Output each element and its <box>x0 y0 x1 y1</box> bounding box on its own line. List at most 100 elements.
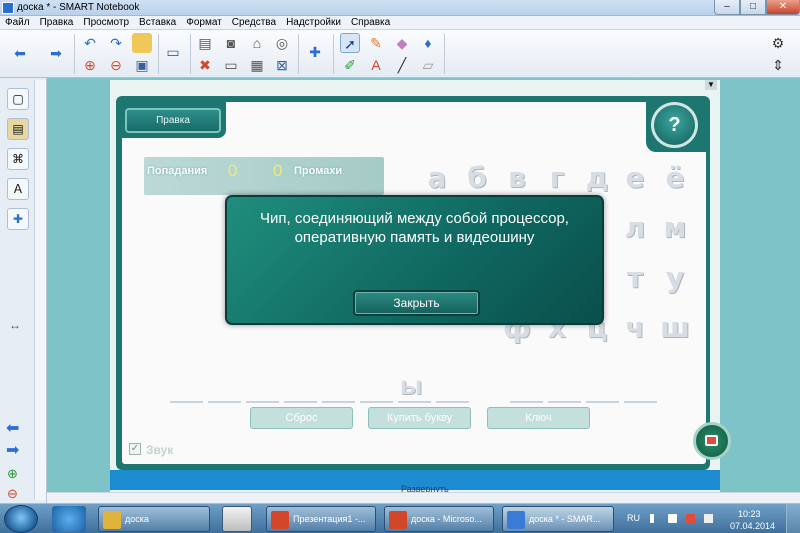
pen-icon[interactable]: ✎ <box>366 33 386 53</box>
menu-view[interactable]: Просмотр <box>78 16 134 30</box>
letter-button[interactable]: а <box>421 162 453 194</box>
letter-button[interactable]: г <box>541 162 573 194</box>
attachments-icon[interactable]: ⌘ <box>7 148 29 170</box>
side-back-arrow-icon[interactable]: ⬅ <box>6 418 19 438</box>
capture-tool-icon[interactable]: ◎ <box>272 33 292 53</box>
taskbar-item-folder[interactable]: доска <box>98 506 210 532</box>
forward-arrow-icon[interactable]: ➡ <box>46 43 66 63</box>
page-sorter-icon[interactable]: ▢ <box>7 88 29 110</box>
action-center-icon[interactable] <box>704 514 713 523</box>
letter-button[interactable]: л <box>619 212 651 244</box>
fill-icon[interactable]: ♦ <box>418 33 438 53</box>
language-indicator[interactable]: RU <box>627 513 640 523</box>
screen-capture-icon[interactable]: ◙ <box>221 33 241 53</box>
question-text: Чип, соединяющий между собой процессор, … <box>260 210 569 246</box>
window-title: доска * - SMART Notebook <box>17 2 140 13</box>
next-slide-button[interactable] <box>693 422 731 460</box>
table-icon[interactable]: ▦ <box>247 55 267 75</box>
answer-slot <box>360 401 393 403</box>
document-camera-icon[interactable]: ⌂ <box>247 33 267 53</box>
horizontal-scrollbar[interactable] <box>47 492 800 503</box>
move-toolbar-icon[interactable]: ⇕ <box>768 55 788 75</box>
line-icon[interactable]: ╱ <box>392 55 412 75</box>
menu-insert[interactable]: Вставка <box>134 16 181 30</box>
letter-button[interactable]: ч <box>619 312 651 344</box>
eraser-icon[interactable]: ◆ <box>392 33 412 53</box>
properties-icon[interactable]: Ａ <box>7 178 29 200</box>
side-add-page-icon[interactable]: ⊕ <box>7 466 21 481</box>
letter-button[interactable]: у <box>659 262 691 294</box>
letter-button[interactable]: м <box>659 212 691 244</box>
addons-side-icon[interactable]: ✚ <box>7 208 29 230</box>
letter-button[interactable]: е <box>619 162 651 194</box>
start-button[interactable] <box>4 505 38 533</box>
settings-gear-icon[interactable]: ⚙ <box>768 33 788 53</box>
answer-slot <box>322 401 355 403</box>
select-pointer-icon[interactable]: ➚ <box>340 33 360 53</box>
sound-label: Звук <box>146 443 174 457</box>
menu-addons[interactable]: Надстройки <box>281 16 346 30</box>
internet-explorer-icon[interactable] <box>52 506 86 532</box>
volume-icon[interactable] <box>668 514 677 523</box>
show-hidden-icons-icon[interactable] <box>650 514 659 523</box>
folder-icon <box>103 511 121 529</box>
close-button[interactable]: ✕ <box>766 0 800 15</box>
side-forward-arrow-icon[interactable]: ➡ <box>6 440 19 460</box>
gallery-icon[interactable]: ▤ <box>7 118 29 140</box>
letter-button[interactable]: ш <box>659 312 691 344</box>
shape-eraser-icon[interactable]: ▱ <box>418 55 438 75</box>
powerpoint-icon <box>271 511 289 529</box>
delete-icon[interactable]: ✖ <box>195 55 215 75</box>
menu-tools[interactable]: Средства <box>227 16 281 30</box>
screen-shade-icon[interactable]: ▭ <box>163 42 183 62</box>
letter-button[interactable]: д <box>581 162 613 194</box>
reset-button[interactable]: Сброс <box>250 407 353 429</box>
media-player-icon[interactable] <box>222 506 252 532</box>
letter-button[interactable]: ё <box>659 162 691 194</box>
letter-button[interactable]: т <box>619 262 651 294</box>
menu-file[interactable]: Файл <box>0 16 35 30</box>
add-page-icon[interactable]: ⊕ <box>80 55 100 75</box>
network-icon[interactable] <box>686 514 695 523</box>
clock-time[interactable]: 10:23 <box>738 509 761 519</box>
answer-slot <box>284 401 317 403</box>
minimize-button[interactable]: – <box>714 0 740 15</box>
letter-button[interactable]: в <box>501 162 533 194</box>
undo-icon[interactable]: ↶ <box>80 33 100 53</box>
open-folder-icon[interactable] <box>132 33 152 53</box>
title-bar: доска * - SMART Notebook – □ ✕ <box>0 0 800 16</box>
panel-resize-icon[interactable]: ↔ <box>9 318 21 332</box>
back-arrow-icon[interactable]: ⬅ <box>10 43 30 63</box>
edit-tab-button[interactable]: Правка <box>125 108 221 133</box>
answer-slot <box>246 401 279 403</box>
misses-label: Промахи <box>294 165 343 177</box>
menu-help[interactable]: Справка <box>346 16 395 30</box>
save-icon[interactable]: ▣ <box>132 55 152 75</box>
text-icon[interactable]: A <box>366 55 386 75</box>
clock-date[interactable]: 07.04.2014 <box>730 521 775 531</box>
letter-button[interactable]: б <box>461 162 493 194</box>
maximize-button[interactable]: □ <box>740 0 766 15</box>
redo-icon[interactable]: ↷ <box>106 33 126 53</box>
help-button[interactable]: ? <box>651 102 698 148</box>
paste-icon[interactable]: ▤ <box>195 33 215 53</box>
show-desktop-button[interactable] <box>786 504 800 533</box>
taskbar-item-smart-notebook[interactable]: доска * - SMAR... <box>502 506 614 532</box>
buy-letter-button[interactable]: Купить букву <box>368 407 471 429</box>
page-menu-dropdown-icon[interactable]: ▼ <box>705 80 717 90</box>
menu-format[interactable]: Формат <box>181 16 227 30</box>
answer-slot <box>170 401 203 403</box>
creative-pen-icon[interactable]: ✐ <box>340 55 360 75</box>
taskbar-item-powerpoint-doc[interactable]: доска - Microso... <box>384 506 494 532</box>
side-scrollbar[interactable] <box>34 80 46 500</box>
sound-checkbox[interactable]: ✓ <box>129 443 141 455</box>
menu-edit[interactable]: Правка <box>35 16 79 30</box>
fit-page-icon[interactable]: ⊠ <box>272 55 292 75</box>
side-delete-page-icon[interactable]: ⊖ <box>7 486 21 501</box>
full-screen-icon[interactable]: ▭ <box>221 55 241 75</box>
delete-page-icon[interactable]: ⊖ <box>106 55 126 75</box>
close-dialog-button[interactable]: Закрыть <box>353 290 480 316</box>
key-button[interactable]: Ключ <box>487 407 590 429</box>
taskbar-item-presentation[interactable]: Презентация1 -... <box>266 506 376 532</box>
addons-puzzle-icon[interactable]: ✚ <box>305 42 325 62</box>
